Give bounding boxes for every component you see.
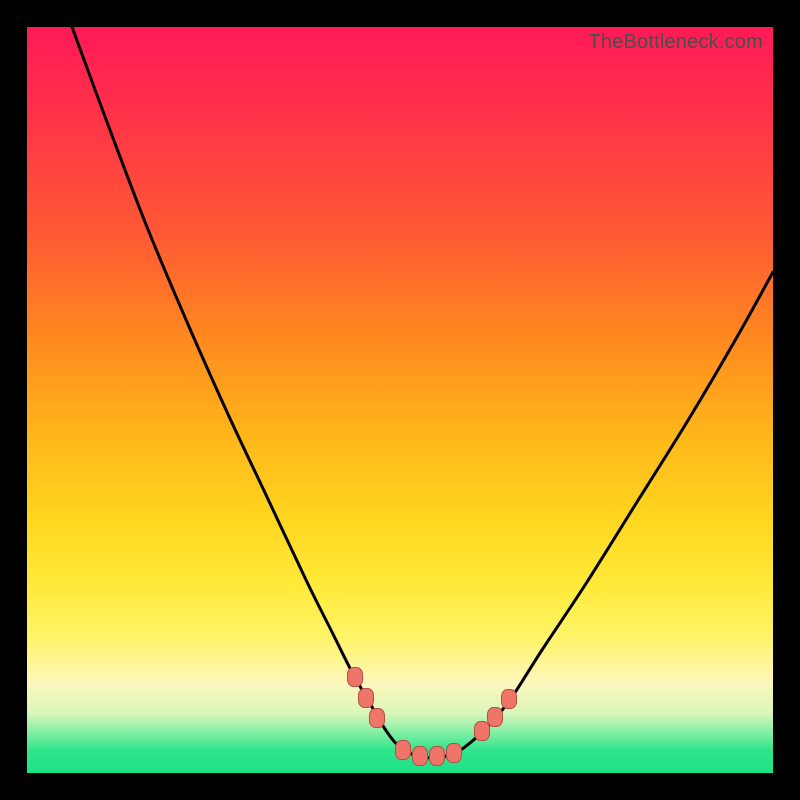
curve-marker — [413, 747, 428, 766]
curve-marker — [475, 722, 490, 741]
curve-marker — [430, 747, 445, 766]
curve-marker — [348, 668, 363, 687]
curve-marker — [488, 708, 503, 727]
curve-marker — [396, 741, 411, 760]
curve-marker — [502, 690, 517, 709]
chart-frame: TheBottleneck.com — [0, 0, 800, 800]
curve-marker — [447, 744, 462, 763]
plot-area: TheBottleneck.com — [27, 27, 773, 773]
curve-marker — [370, 709, 385, 728]
watermark-text: TheBottleneck.com — [588, 31, 763, 54]
bottleneck-curve — [27, 27, 773, 773]
curve-marker — [359, 689, 374, 708]
